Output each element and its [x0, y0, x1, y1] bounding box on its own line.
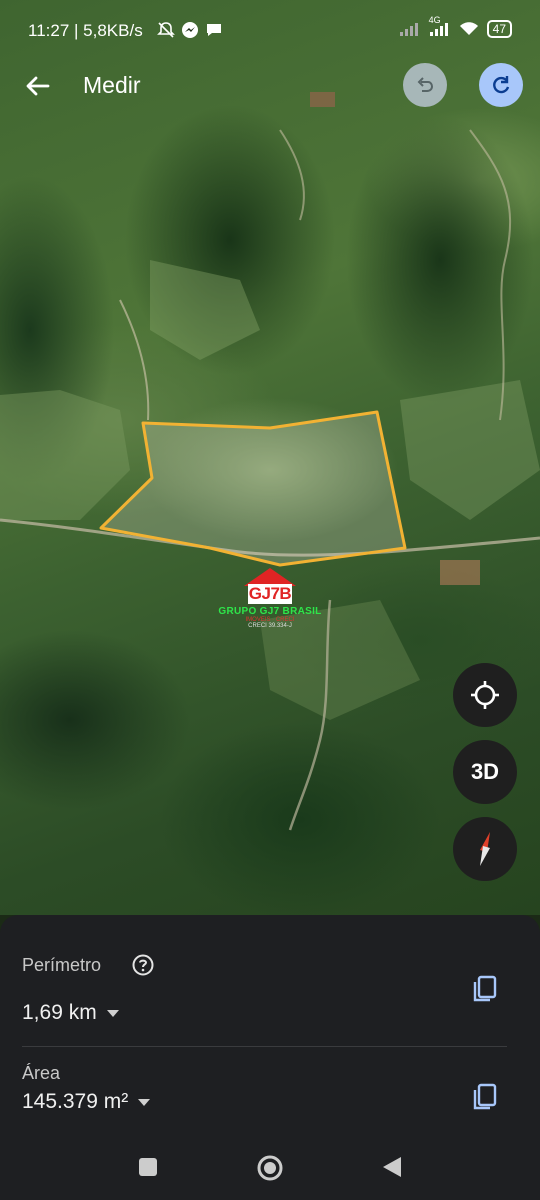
top-app-bar: Medir — [0, 60, 540, 110]
house-logo: GJ7B — [238, 566, 302, 606]
measurement-panel: Perímetro 1,69 km Área 145.379 m² — [0, 915, 540, 1135]
help-icon[interactable] — [131, 953, 155, 977]
perimeter-value: 1,69 km — [22, 1001, 97, 1024]
logo-text: GJ7B — [248, 584, 292, 603]
back-arrow-icon[interactable] — [22, 70, 54, 102]
wifi-icon — [459, 22, 478, 35]
system-icons: 4G 47 — [399, 15, 512, 38]
area-value: 145.379 m² — [22, 1090, 129, 1113]
3d-toggle-button[interactable]: 3D — [453, 740, 517, 804]
chevron-down-icon — [106, 1009, 119, 1017]
undo-button[interactable] — [403, 63, 447, 107]
my-location-button[interactable] — [453, 663, 517, 727]
cell-signal: 4G — [429, 15, 451, 37]
network-type: 4G — [428, 15, 441, 25]
back-triangle-icon[interactable] — [381, 1155, 403, 1179]
compass-icon — [480, 832, 490, 866]
clock-text: 11:27 — [28, 21, 70, 40]
battery-indicator: 47 — [486, 20, 512, 38]
messenger-icon — [182, 22, 198, 38]
measured-area-polygon[interactable] — [99, 410, 407, 567]
status-time: 11:27 | 5,8KB/s — [28, 21, 143, 40]
undo-icon — [417, 77, 434, 92]
compass-button[interactable] — [453, 817, 517, 881]
home-circle-icon[interactable] — [256, 1154, 284, 1182]
crosshair-icon — [471, 681, 499, 709]
area-label: Área — [22, 1063, 61, 1083]
signal-weak-icon — [399, 23, 418, 36]
system-nav-bar — [0, 1135, 540, 1200]
soil-patch — [440, 560, 480, 585]
status-bar: 11:27 | 5,8KB/s 4G 47 — [0, 0, 540, 60]
watermark-code: CRECI 39.334-J — [248, 623, 292, 629]
perimeter-value-dropdown[interactable]: 1,69 km — [22, 1001, 119, 1025]
redo-icon — [493, 76, 510, 94]
redo-button[interactable] — [479, 63, 523, 107]
chat-icon — [207, 24, 221, 36]
muted-bell-icon — [157, 22, 175, 38]
watermark-name: GRUPO GJ7 BRASIL — [218, 606, 322, 617]
chevron-down-icon — [138, 1098, 151, 1106]
page-title: Medir — [83, 72, 141, 98]
copy-perimeter-icon[interactable] — [472, 975, 498, 1003]
perimeter-label: Perímetro — [22, 955, 102, 975]
watermark-logo: GJ7B GRUPO GJ7 BRASIL IMOVEIS · CRECI CR… — [210, 566, 330, 629]
divider — [22, 1046, 507, 1047]
area-value-dropdown[interactable]: 145.379 m² — [22, 1090, 151, 1114]
recents-square-icon[interactable] — [138, 1157, 158, 1177]
copy-area-icon[interactable] — [472, 1083, 498, 1111]
notification-icons — [157, 21, 223, 39]
network-speed: 5,8KB/s — [83, 21, 143, 40]
3d-label: 3D — [470, 759, 500, 784]
